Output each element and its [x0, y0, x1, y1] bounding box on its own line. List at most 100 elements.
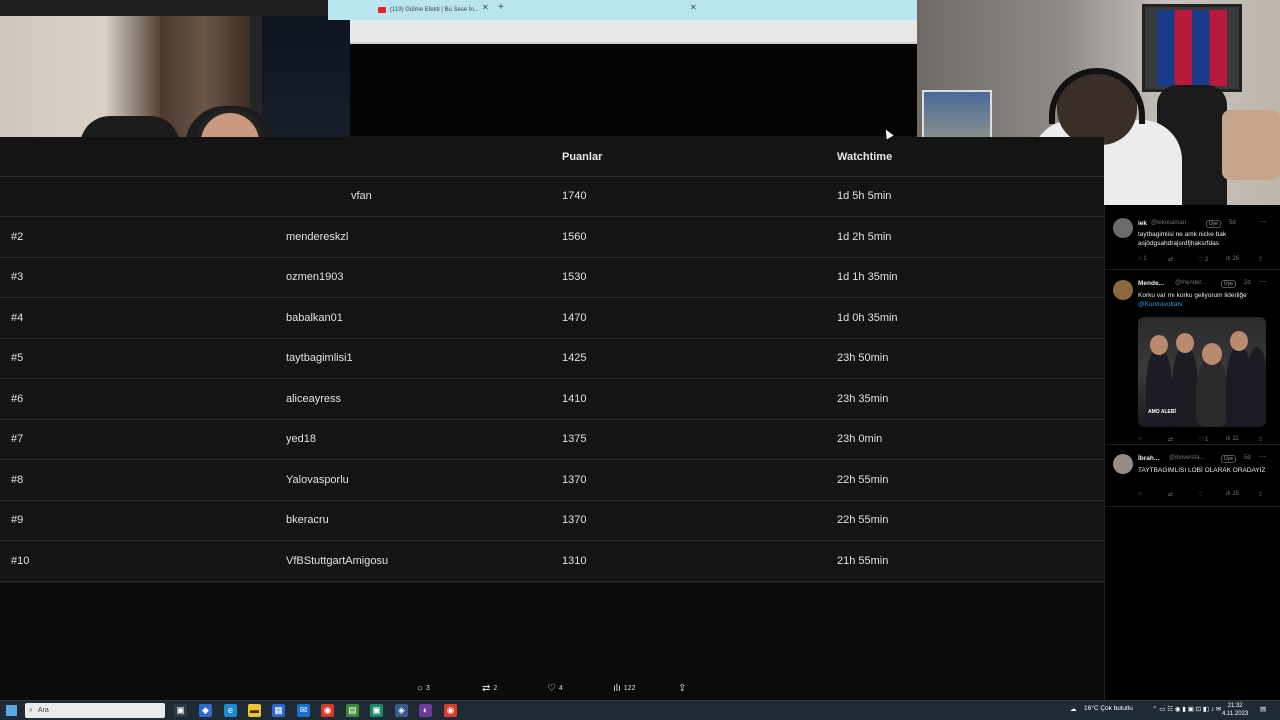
app-icon[interactable]: ◈: [395, 704, 408, 717]
windows-start-icon[interactable]: [6, 705, 17, 716]
username-cell: taytbagimlisi1: [286, 352, 353, 364]
top-strip: [0, 0, 350, 16]
app-icon[interactable]: ◐: [419, 704, 432, 717]
views-button[interactable]: ılı 15: [1226, 491, 1239, 497]
more-icon[interactable]: ⋯: [1259, 278, 1266, 286]
share-button[interactable]: ⇪: [1258, 256, 1263, 263]
rank-cell: #4: [11, 312, 24, 324]
watchtime-cell: 22h 55min: [837, 514, 889, 526]
retweet-icon: ⇄: [482, 683, 491, 694]
username-cell: yed18: [286, 433, 316, 445]
bar-chart-icon: ılı: [613, 683, 621, 694]
chrome-icon[interactable]: ◉: [321, 704, 334, 717]
reply-button[interactable]: ○ 1: [1138, 256, 1147, 262]
username-cell: bkeracru: [286, 514, 329, 526]
column-header-watchtime: Watchtime: [837, 151, 893, 163]
figure-face: [1150, 335, 1168, 355]
rank-cell: #5: [11, 352, 24, 364]
points-cell: 1310: [562, 555, 587, 567]
jersey: [1157, 10, 1227, 86]
browser-toolbar: [350, 20, 917, 44]
reply-button[interactable]: ○ 3: [417, 683, 430, 694]
table-row: #10 VfBStuttgartAmigosu 1310 21h 55min: [0, 542, 1104, 582]
reply-count: 3: [426, 685, 430, 692]
username-cell: Yalovasporlu: [286, 474, 349, 486]
username-cell: mendereskzl: [286, 231, 349, 243]
tweet-author-handle[interactable]: @mender...: [1175, 280, 1206, 286]
watchtime-cell: 21h 55min: [837, 555, 889, 567]
watchtime-cell: 1d 0h 35min: [837, 312, 898, 324]
retweet-count: 2: [493, 685, 498, 692]
points-cell: 1470: [562, 312, 587, 324]
like-button[interactable]: ♡ 4: [547, 683, 563, 694]
search-icon: ⌕: [29, 706, 33, 714]
reply-button[interactable]: ○: [1138, 491, 1142, 497]
share-button[interactable]: ⇪: [678, 683, 686, 694]
weather-icon[interactable]: ☁: [1070, 705, 1077, 713]
more-icon[interactable]: ⋯: [1259, 218, 1266, 226]
retweet-button[interactable]: ⇄: [1168, 491, 1173, 498]
tweet-text: Korku var mı korku geliyorum liderliğe @…: [1138, 291, 1270, 309]
views-button[interactable]: ılı 11: [1226, 436, 1239, 442]
tweet[interactable]: Mende... @mender... Üye 2d ⋯ Korku var m…: [1105, 270, 1280, 445]
like-button[interactable]: ♡ 1: [1198, 436, 1208, 443]
mail-icon[interactable]: ✉: [297, 704, 310, 717]
chrome-icon[interactable]: ◉: [444, 704, 457, 717]
new-tab-button[interactable]: +: [498, 2, 504, 13]
mention-link[interactable]: @Kontravoltatv: [1138, 301, 1183, 308]
tweet-author-handle[interactable]: @iboversta...: [1169, 455, 1204, 461]
like-button[interactable]: ♡ 2: [1198, 256, 1208, 263]
retweet-button[interactable]: ⇄ 2: [482, 683, 497, 694]
like-count: 4: [558, 685, 563, 692]
tweet-author-name[interactable]: İbrah...: [1138, 455, 1159, 462]
table-row: #9 bkeracru 1370 22h 55min: [0, 501, 1104, 541]
share-button[interactable]: ⇪: [1258, 491, 1263, 498]
more-icon[interactable]: ⋯: [1259, 453, 1266, 461]
avatar[interactable]: [1113, 454, 1133, 474]
store-icon[interactable]: ▦: [272, 704, 285, 717]
tweet-author-name[interactable]: Mende...: [1138, 280, 1164, 287]
tweet-text: taytbagimlisi ne amk nicke bak asjödgsah…: [1138, 231, 1227, 247]
tweet-author-name[interactable]: iek: [1138, 220, 1147, 227]
twitter-panel: iek @iekocaman Üye 5d ⋯ taytbagimlisi ne…: [1104, 205, 1280, 700]
points-cell: 1410: [562, 393, 587, 405]
tweet-time: 5d: [1244, 455, 1251, 461]
edge-icon[interactable]: e: [224, 704, 237, 717]
weather-text[interactable]: 16°C Çok bulutlu: [1084, 705, 1133, 712]
app-icon[interactable]: ◆: [199, 704, 212, 717]
close-tab-icon[interactable]: ✕: [482, 3, 489, 12]
rank-cell: #10: [11, 555, 30, 567]
rank-cell: #3: [11, 271, 24, 283]
table-header: Puanlar Watchtime: [0, 137, 1104, 177]
tweet-image[interactable]: AMO ALEBİ: [1138, 317, 1266, 427]
avatar[interactable]: [1113, 280, 1133, 300]
rank-cell: #8: [11, 474, 24, 486]
retweet-button[interactable]: ⇄: [1168, 436, 1173, 443]
browser-content: [350, 44, 917, 136]
view-count: 26: [1232, 256, 1240, 262]
avatar[interactable]: [1113, 218, 1133, 238]
notification-icon[interactable]: ▤: [1260, 705, 1266, 713]
app-icon[interactable]: ▣: [370, 704, 383, 717]
browser-tab[interactable]: (119) Gülme Efekti | Bu Sese İn...: [374, 2, 492, 18]
task-view-icon[interactable]: ▣: [174, 704, 187, 717]
views-button[interactable]: ılı 122: [613, 683, 635, 694]
like-button[interactable]: ♡: [1198, 491, 1203, 498]
view-count: 15: [1232, 491, 1240, 497]
reply-button[interactable]: ○: [1138, 436, 1142, 442]
taskbar-clock[interactable]: 21:32 4.11.2023: [1222, 702, 1248, 718]
share-button[interactable]: ⇪: [1258, 436, 1263, 443]
heart-icon: ♡: [547, 683, 556, 694]
stream-screen: ✕ (119) Gülme Efekti | Bu Sese İn... ✕ +…: [0, 0, 1280, 720]
views-button[interactable]: ılı 26: [1226, 256, 1239, 262]
folder-icon[interactable]: ▬: [248, 704, 261, 717]
close-tab-icon[interactable]: ✕: [690, 3, 697, 12]
watchtime-cell: 22h 55min: [837, 474, 889, 486]
tweet-author-handle[interactable]: @iekocaman: [1151, 220, 1186, 226]
tweet[interactable]: İbrah... @iboversta... Üye 5d ⋯ TAYTBAGI…: [1105, 445, 1280, 507]
tray-icons[interactable]: ⌃ ▭ ☷ ◉ ▮ ▣ ⊡ ◧ ♪ ✉: [1152, 705, 1221, 713]
retweet-button[interactable]: ⇄: [1168, 256, 1173, 263]
tweet[interactable]: iek @iekocaman Üye 5d ⋯ taytbagimlisi ne…: [1105, 205, 1280, 270]
taskbar-search[interactable]: ⌕ Ara: [25, 703, 165, 718]
app-icon[interactable]: ▤: [346, 704, 359, 717]
